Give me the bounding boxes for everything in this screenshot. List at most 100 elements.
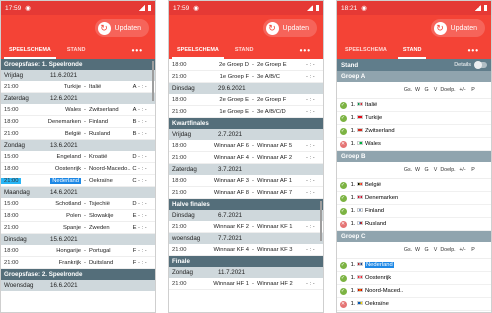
update-label: Updaten	[450, 24, 477, 32]
home-team: Turkije	[21, 84, 83, 90]
match-row[interactable]: 21:00 Winnaar AF 8- Winnaar AF 7- : -	[169, 187, 323, 199]
tab-stand[interactable]: STAND	[395, 41, 430, 59]
match-row[interactable]: 18:00 2e Groep E -2e Groep F- : -	[169, 94, 323, 106]
check-circle-icon: ✓	[339, 207, 347, 215]
team-position: 1.	[350, 301, 356, 307]
tab-stand[interactable]: STAND	[227, 41, 262, 59]
match-row[interactable]: 18:00 Winnaar AF 6- Winnaar AF 5- : -	[169, 140, 323, 152]
team-cell: België	[357, 182, 403, 188]
column-header: Doelp.	[440, 167, 456, 173]
details-toggle[interactable]	[474, 61, 487, 69]
match-list[interactable]: Groepsfase: 1. Speelronde Vrijdag 11.6.202…	[1, 59, 155, 291]
match-row[interactable]: 21:00 Spanje - Zweden E - : -	[1, 222, 155, 234]
away-team: Slowakije	[89, 212, 114, 219]
status-cell: ✓	[337, 287, 349, 295]
match-row[interactable]: 15:00 Schotland - Tsjechië D - : -	[1, 198, 155, 210]
column-header: G	[424, 167, 429, 173]
update-button[interactable]: ↻ Updaten	[262, 19, 317, 37]
scrollbar[interactable]	[152, 61, 154, 101]
home-team: Nederland	[21, 177, 83, 184]
team-position: 1.	[350, 115, 356, 121]
match-row[interactable]: 18:00 Denemarken - Finland B - : -	[1, 116, 155, 128]
team-position: 1.	[350, 288, 356, 294]
phase-header: Kwartfinales	[169, 118, 323, 129]
match-row[interactable]: 21:00 Nederland - Oekraïne C - : -	[1, 175, 155, 187]
match-row[interactable]: 18:00 Winnaar AF 3- Winnaar AF 1- : -	[169, 175, 323, 187]
standings-title: Stand	[341, 61, 359, 69]
match-row[interactable]: 21:00 Winnaar AF 4- Winnaar AF 2- : -	[169, 152, 323, 164]
match-row[interactable]: 18:00 Oostenrijk - Noord-Macedo... C - : -	[1, 163, 155, 175]
standings-row[interactable]: ✓ 1. Zwitserland	[337, 125, 491, 138]
home-team-name: Spanje	[62, 224, 81, 231]
team-name: Oostenrijk	[365, 275, 392, 281]
update-button[interactable]: ↻ Updaten	[430, 19, 485, 37]
match-row[interactable]: 15:00 Engeland - Kroatië D - : -	[1, 151, 155, 163]
group-letter: A	[132, 106, 137, 113]
standings-row[interactable]: ✓ 1. Oostenrijk	[337, 272, 491, 285]
tab-speelschema[interactable]: SPEELSCHEMA	[1, 41, 59, 59]
home-team: Winnaar KF 2	[189, 224, 251, 230]
flag-icon	[357, 208, 363, 213]
standings-row[interactable]: ✓ 1. Denemarken	[337, 192, 491, 205]
match-row[interactable]: 18:00 Hongarije - Portugal F - : -	[1, 245, 155, 257]
match-row[interactable]: 21:00 1e Groep E -3e A/B/C/D - : -	[169, 106, 323, 118]
team-name: Nederland	[365, 262, 394, 268]
x-circle-icon: ✕	[339, 140, 347, 148]
standings-row[interactable]: ✓ 1. Finland	[337, 205, 491, 218]
standings-row[interactable]: ✓ 1. België	[337, 179, 491, 192]
flag-icon	[357, 301, 363, 306]
tab-speelschema[interactable]: SPEELSCHEMA	[337, 41, 395, 59]
check-circle-icon: ✓	[339, 261, 347, 269]
match-row[interactable]: 15:00 Wales - Zwitserland A - : -	[1, 104, 155, 116]
team-cell: Noord-Maced...	[357, 288, 403, 294]
standings-row[interactable]: ✕ 1. Wales	[337, 138, 491, 151]
check-circle-icon: ✓	[339, 114, 347, 122]
day-header: Vrijdag 11.6.2021	[1, 70, 155, 81]
standings-row[interactable]: ✕ 1. Oekraïne	[337, 298, 491, 311]
column-header: G	[424, 247, 429, 253]
away-team: Portugal	[89, 247, 111, 254]
more-horizontal-icon[interactable]: •••	[468, 41, 491, 59]
column-header: W	[415, 87, 420, 93]
more-horizontal-icon[interactable]: •••	[300, 41, 323, 59]
check-circle-icon: ✓	[339, 181, 347, 189]
day-name: woensdag	[172, 235, 201, 242]
match-time: 18:00	[172, 61, 187, 68]
match-score: - : -	[306, 177, 315, 184]
standings-row[interactable]: ✓ 1. Italië	[337, 99, 491, 112]
standings-row[interactable]: ✕ 1. Rusland	[337, 218, 491, 231]
match-score: - : -	[138, 212, 147, 219]
match-row[interactable]: 18:00 2e Groep D -2e Groep E- : -	[169, 59, 323, 71]
details-label: Details	[454, 62, 471, 68]
match-row[interactable]: 21:00 Winnaar HF 1- Winnaar HF 2- : -	[169, 278, 323, 290]
match-time: 21:00	[172, 73, 187, 80]
match-row[interactable]: 21:00 Frankrijk - Duitsland F - : -	[1, 257, 155, 269]
day-name: Vrijdag	[4, 72, 24, 79]
status-bar: 17:59 ◉	[1, 1, 155, 15]
standings-row[interactable]: ✓ 1. Noord-Maced...	[337, 285, 491, 298]
match-score: - : -	[138, 165, 147, 172]
update-label: Updaten	[282, 24, 309, 32]
standings-row[interactable]: ✓ 1. Turkije	[337, 112, 491, 125]
match-row[interactable]: 21:00 Winnaar KF 4- Winnaar KF 3- : -	[169, 244, 323, 256]
scrollbar[interactable]	[320, 201, 322, 241]
tab-stand[interactable]: STAND	[59, 41, 94, 59]
tab-speelschema[interactable]: SPEELSCHEMA	[169, 41, 227, 59]
team-name: Italië	[365, 102, 378, 108]
team-cell: Oostenrijk	[357, 275, 403, 281]
match-row[interactable]: 18:00 Polen - Slowakije E - : -	[1, 210, 155, 222]
home-team-name: Wales	[65, 106, 81, 113]
column-header: +/-	[459, 87, 466, 93]
match-score: - : -	[138, 130, 147, 137]
match-row[interactable]: 21:00 Turkije - Italië A - : -	[1, 81, 155, 93]
standings-row[interactable]: ✓ 1. Nederland	[337, 259, 491, 272]
team-cell: Turkije	[357, 115, 403, 121]
match-row[interactable]: 21:00 Winnaar KF 2- Winnaar KF 1- : -	[169, 221, 323, 233]
day-header: Zaterdag 3.7.2021	[169, 164, 323, 175]
match-row[interactable]: 21:00 België - Rusland B - : -	[1, 128, 155, 140]
update-button[interactable]: ↻ Updaten	[94, 19, 149, 37]
match-list[interactable]: 18:00 2e Groep D -2e Groep E- : -21:00 1e G…	[169, 59, 323, 290]
match-score: - : -	[306, 154, 315, 161]
more-horizontal-icon[interactable]: •••	[132, 41, 155, 59]
match-row[interactable]: 21:00 1e Groep F -3e A/B/C - : -	[169, 71, 323, 83]
